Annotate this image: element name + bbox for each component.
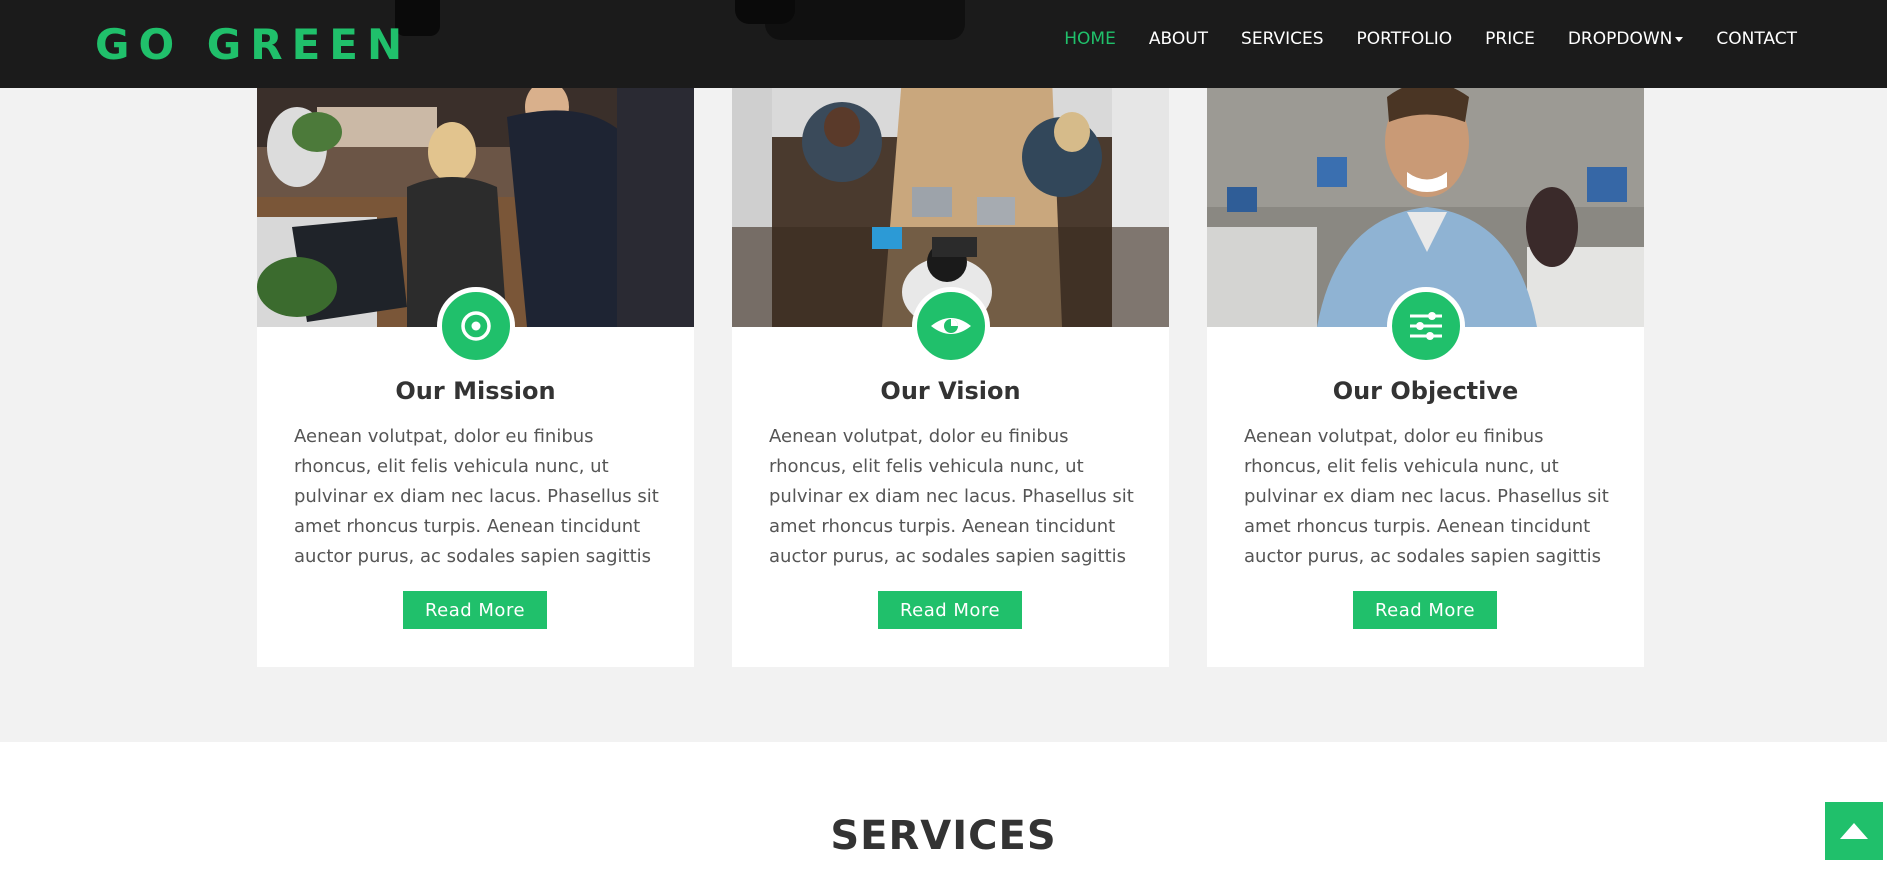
nav-dropdown[interactable]: DROPDOWN [1568, 29, 1684, 49]
brand-logo[interactable]: GO GREEN [95, 20, 411, 69]
section-title: SERVICES [830, 813, 1057, 859]
nav-home-label: HOME [1064, 29, 1116, 49]
navbar-bg-shadow [765, 0, 965, 40]
card-text: Aenean volutpat, dolor eu finibus rhoncu… [294, 426, 659, 567]
card-title: Our Objective [1332, 377, 1519, 405]
navbar-bg-shadow [735, 0, 795, 24]
nav-portfolio[interactable]: PORTFOLIO [1357, 29, 1453, 49]
navbar: GO GREEN HOME ABOUT SERVICES PORTFOLIO P… [0, 0, 1887, 88]
nav-services-label: SERVICES [1241, 29, 1324, 49]
sliders-icon [1387, 287, 1465, 365]
card-mission: Our Mission Aenean volutpat, dolor eu fi… [257, 77, 694, 667]
nav-home[interactable]: HOME [1064, 29, 1116, 49]
card-text: Aenean volutpat, dolor eu finibus rhoncu… [1244, 426, 1609, 567]
card-title: Our Mission [395, 377, 556, 405]
back-to-top-button[interactable] [1825, 802, 1883, 860]
nav-services[interactable]: SERVICES [1241, 29, 1323, 49]
card-objective: Our Objective Aenean volutpat, dolor eu … [1207, 77, 1644, 667]
nav-price[interactable]: PRICE [1485, 29, 1535, 49]
main-nav: HOME ABOUT SERVICES PORTFOLIO PRICE DROP… [1031, 29, 1797, 49]
eye-icon [912, 287, 990, 365]
nav-contact[interactable]: CONTACT [1716, 29, 1797, 49]
nav-contact-label: CONTACT [1716, 29, 1797, 49]
card-vision: Our Vision Aenean volutpat, dolor eu fin… [732, 77, 1169, 667]
nav-dropdown-label: DROPDOWN [1567, 29, 1673, 49]
read-more-button[interactable]: Read More [878, 591, 1022, 629]
read-more-button[interactable]: Read More [1353, 591, 1497, 629]
nav-price-label: PRICE [1485, 29, 1535, 49]
arrow-up-icon [1840, 823, 1868, 839]
services-section: SERVICES [0, 742, 1887, 871]
caret-down-icon [1675, 36, 1684, 42]
target-icon [437, 287, 515, 365]
nav-about-label: ABOUT [1148, 29, 1209, 49]
card-text: Aenean volutpat, dolor eu finibus rhoncu… [769, 426, 1134, 567]
read-more-button[interactable]: Read More [403, 591, 547, 629]
nav-portfolio-label: PORTFOLIO [1356, 29, 1453, 49]
nav-about[interactable]: ABOUT [1149, 29, 1208, 49]
card-title: Our Vision [880, 377, 1021, 405]
